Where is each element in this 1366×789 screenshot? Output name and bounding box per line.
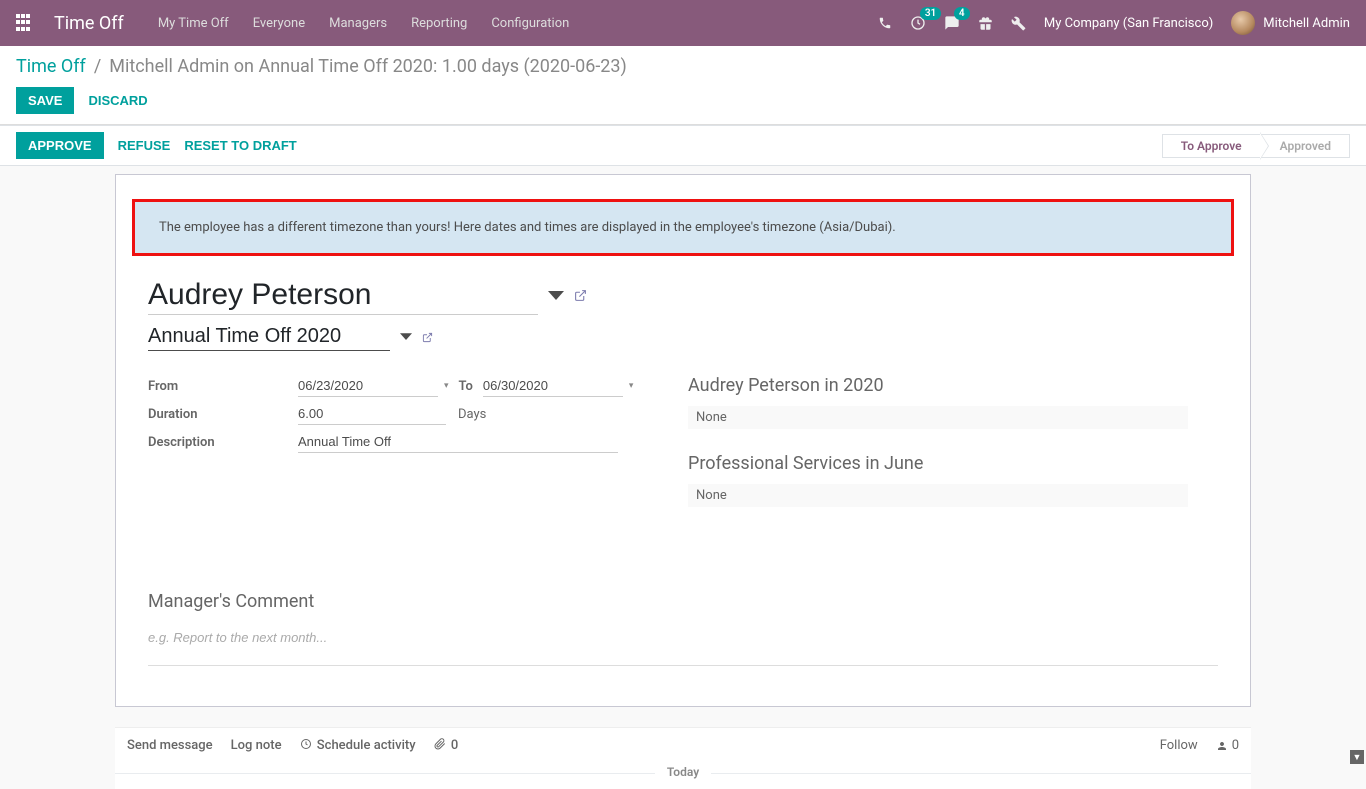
department-month-value: None bbox=[688, 484, 1188, 507]
duration-label: Duration bbox=[148, 407, 298, 422]
save-button[interactable]: Save bbox=[16, 87, 74, 114]
status-steps: To Approve Approved bbox=[1162, 134, 1350, 158]
apps-icon[interactable] bbox=[16, 14, 34, 32]
sheet-background: The employee has a different timezone th… bbox=[0, 166, 1366, 789]
schedule-activity-button[interactable]: Schedule activity bbox=[300, 738, 416, 753]
attachments-button[interactable]: 0 bbox=[434, 738, 459, 753]
status-bar: Approve Refuse Reset to Draft To Approve… bbox=[0, 125, 1366, 166]
phone-icon[interactable] bbox=[878, 16, 892, 30]
employee-year-value: None bbox=[688, 406, 1188, 429]
top-nav: Time Off My Time Off Everyone Managers R… bbox=[0, 0, 1366, 46]
nav-right: 31 4 My Company (San Francisco) Mitchell… bbox=[878, 11, 1350, 35]
log-note-button[interactable]: Log note bbox=[231, 738, 282, 753]
follow-button[interactable]: Follow bbox=[1160, 738, 1198, 753]
company-selector[interactable]: My Company (San Francisco) bbox=[1044, 16, 1213, 31]
date-from-caret-icon[interactable]: ▾ bbox=[444, 381, 449, 391]
date-to-caret-icon[interactable]: ▾ bbox=[629, 381, 634, 391]
employee-dropdown-icon[interactable] bbox=[548, 291, 564, 301]
cp-buttons: Save Discard bbox=[16, 87, 1350, 114]
brand-title[interactable]: Time Off bbox=[54, 13, 124, 34]
followers-button[interactable]: 0 bbox=[1216, 738, 1239, 753]
scroll-down-icon[interactable]: ▼ bbox=[1350, 750, 1364, 764]
menu-managers[interactable]: Managers bbox=[329, 16, 387, 31]
discuss-badge: 4 bbox=[954, 7, 970, 20]
chatter: Send message Log note Schedule activity … bbox=[115, 727, 1251, 789]
reset-draft-button[interactable]: Reset to Draft bbox=[184, 138, 296, 153]
timezone-alert: The employee has a different timezone th… bbox=[132, 199, 1234, 256]
date-from-input[interactable] bbox=[298, 375, 438, 397]
days-label: Days bbox=[458, 407, 486, 422]
send-message-button[interactable]: Send message bbox=[127, 738, 213, 753]
refuse-button[interactable]: Refuse bbox=[118, 138, 171, 153]
approve-button[interactable]: Approve bbox=[16, 132, 104, 159]
chatter-separator: Today bbox=[115, 773, 1251, 789]
today-label: Today bbox=[655, 765, 711, 779]
leave-type-dropdown-icon[interactable] bbox=[400, 333, 412, 341]
employee-year-title: Audrey Peterson in 2020 bbox=[688, 375, 1188, 396]
to-label: To bbox=[459, 379, 473, 394]
control-panel: Time Off / Mitchell Admin on Annual Time… bbox=[0, 46, 1366, 125]
menu-my-time-off[interactable]: My Time Off bbox=[158, 16, 229, 31]
from-label: From bbox=[148, 379, 298, 394]
user-name: Mitchell Admin bbox=[1263, 16, 1350, 31]
main-menu: My Time Off Everyone Managers Reporting … bbox=[158, 16, 878, 31]
menu-everyone[interactable]: Everyone bbox=[253, 16, 305, 31]
manager-comment-title: Manager's Comment bbox=[148, 591, 1218, 612]
employee-external-link-icon[interactable] bbox=[574, 289, 587, 302]
description-label: Description bbox=[148, 435, 298, 450]
date-to-input[interactable] bbox=[483, 375, 623, 397]
leave-type-field[interactable] bbox=[148, 323, 390, 351]
breadcrumb: Time Off / Mitchell Admin on Annual Time… bbox=[16, 56, 1350, 77]
user-menu[interactable]: Mitchell Admin bbox=[1231, 11, 1350, 35]
form-sheet: The employee has a different timezone th… bbox=[115, 174, 1251, 707]
avatar bbox=[1231, 11, 1255, 35]
activity-icon[interactable]: 31 bbox=[910, 15, 926, 31]
leave-type-external-link-icon[interactable] bbox=[422, 332, 433, 343]
activity-badge: 31 bbox=[920, 7, 941, 20]
breadcrumb-root[interactable]: Time Off bbox=[16, 56, 86, 77]
menu-configuration[interactable]: Configuration bbox=[491, 16, 569, 31]
discuss-icon[interactable]: 4 bbox=[944, 15, 960, 31]
manager-comment-input[interactable] bbox=[148, 624, 1218, 666]
discard-button[interactable]: Discard bbox=[88, 93, 147, 108]
employee-field[interactable] bbox=[148, 276, 538, 315]
department-month-title: Professional Services in June bbox=[688, 453, 1188, 474]
gift-icon[interactable] bbox=[978, 16, 993, 31]
tools-icon[interactable] bbox=[1011, 16, 1026, 31]
duration-input[interactable] bbox=[298, 403, 446, 425]
description-input[interactable] bbox=[298, 431, 618, 453]
status-to-approve[interactable]: To Approve bbox=[1162, 134, 1261, 158]
menu-reporting[interactable]: Reporting bbox=[411, 16, 467, 31]
status-approved[interactable]: Approved bbox=[1261, 134, 1350, 158]
breadcrumb-current: Mitchell Admin on Annual Time Off 2020: … bbox=[109, 56, 627, 77]
